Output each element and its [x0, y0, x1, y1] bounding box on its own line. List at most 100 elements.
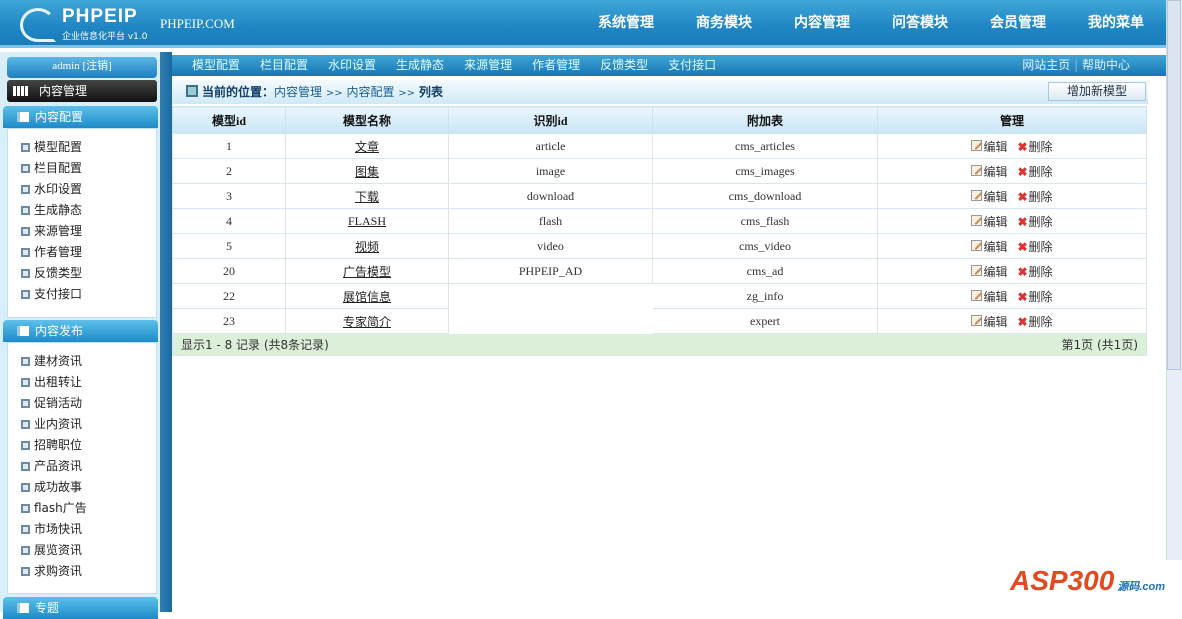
subnav-item[interactable]: 模型配置	[192, 58, 240, 72]
model-name-link[interactable]: 广告模型	[343, 265, 391, 279]
sidebar-item[interactable]: 支付接口	[8, 284, 156, 305]
sidebar-item[interactable]: 业内资讯	[8, 414, 156, 435]
subnav-item[interactable]: 反馈类型	[600, 58, 648, 72]
nav-business[interactable]: 商务模块	[696, 12, 752, 32]
sidebar-item[interactable]: 展览资讯	[8, 540, 156, 561]
model-name-cell: FLASH	[285, 208, 449, 234]
sidebar-item[interactable]: flash广告	[8, 498, 156, 519]
section-topics[interactable]: 专题	[3, 597, 158, 619]
edit-action[interactable]: 编辑	[971, 214, 1008, 229]
section-content-config[interactable]: 内容配置	[3, 106, 158, 128]
edit-action[interactable]: 编辑	[971, 239, 1007, 254]
edit-label: 编辑	[983, 214, 1008, 229]
edit-label: 编辑	[983, 189, 1008, 204]
edit-action[interactable]: 编辑	[971, 314, 1008, 329]
sidebar-item[interactable]: 促销活动	[8, 393, 156, 414]
nav-qa[interactable]: 问答模块	[892, 12, 948, 32]
column-header: 附加表	[652, 106, 878, 134]
sidebar-item[interactable]: 招聘职位	[8, 435, 156, 456]
delete-label: 删除	[1028, 189, 1053, 204]
subnav-item[interactable]: 水印设置	[328, 58, 376, 72]
model-name-link[interactable]: 下载	[355, 190, 379, 204]
model-name-link[interactable]: 专家简介	[343, 315, 391, 329]
delete-action[interactable]: ✖删除	[1007, 240, 1052, 254]
sidebar-item[interactable]: 求购资讯	[8, 561, 156, 582]
edit-label: 编辑	[983, 314, 1008, 329]
top-header: PHPEIP 企业信息化平台 v1.0 PHPEIP.COM 系统管理 商务模块 …	[0, 0, 1166, 48]
identifier: PHPEIP_AD	[448, 258, 653, 284]
model-name-link[interactable]: 文章	[355, 140, 379, 154]
sidebar-item[interactable]: 成功故事	[8, 477, 156, 498]
sidebar-item-label: 栏目配置	[34, 161, 83, 175]
edit-action[interactable]: 编辑	[971, 164, 1007, 179]
extra-table: cms_download	[652, 183, 878, 209]
edit-action[interactable]: 编辑	[971, 139, 1007, 154]
subnav-item[interactable]: 栏目配置	[260, 58, 308, 72]
user-logout[interactable]: admin [注销]	[7, 57, 157, 78]
identifier	[448, 308, 653, 334]
actions-cell: 编辑 ✖删除	[877, 208, 1147, 234]
sidebar-item[interactable]: 生成静态	[8, 200, 156, 221]
edit-action[interactable]: 编辑	[971, 264, 1007, 279]
sidebar-item[interactable]: 出租转让	[8, 372, 156, 393]
subnav-item[interactable]: 生成静态	[396, 58, 444, 72]
subnav-item[interactable]: 作者管理	[532, 58, 580, 72]
section-content-publish[interactable]: 内容发布	[3, 320, 158, 342]
main-content: 当前的位置：内容管理 >> 内容配置 >> 列表 增加新模型 模型id 模型名称识…	[172, 76, 1166, 612]
table-row: 5 视频 video cms_video 编辑 ✖删除	[172, 233, 1147, 259]
logo-icon	[20, 8, 56, 42]
delete-label: 删除	[1028, 164, 1053, 179]
delete-action[interactable]: ✖删除	[1007, 290, 1052, 304]
nav-content[interactable]: 内容管理	[794, 12, 850, 32]
delete-action[interactable]: ✖删除	[1007, 190, 1052, 204]
subnav-item[interactable]: 来源管理	[464, 58, 512, 72]
sidebar-item-label: 业内资讯	[34, 417, 83, 431]
delete-action[interactable]: ✖删除	[1007, 215, 1052, 229]
site-home-link[interactable]: 网站主页	[1022, 58, 1070, 72]
nav-member[interactable]: 会员管理	[990, 12, 1046, 32]
edit-label: 编辑	[983, 289, 1008, 304]
subnav-item[interactable]: 支付接口	[668, 58, 716, 72]
extra-table: cms_ad	[652, 258, 878, 284]
nav-my-menu[interactable]: 我的菜单	[1088, 12, 1144, 32]
delete-icon: ✖	[1017, 189, 1028, 204]
logo-title: PHPEIP	[62, 6, 138, 27]
breadcrumb-item[interactable]: 内容配置	[346, 85, 394, 99]
table-row: 22 展馆信息 zg_info 编辑 ✖删除	[172, 283, 1147, 309]
page-icon	[21, 504, 30, 513]
extra-table: cms_articles	[652, 133, 878, 159]
sidebar-item[interactable]: 市场快讯	[8, 519, 156, 540]
sidebar-item[interactable]: 水印设置	[8, 179, 156, 200]
delete-action[interactable]: ✖删除	[1007, 315, 1052, 329]
page-icon	[21, 462, 30, 471]
edit-action[interactable]: 编辑	[971, 289, 1008, 304]
section-title: 内容发布	[35, 324, 84, 338]
add-model-button[interactable]: 增加新模型	[1048, 82, 1146, 101]
sidebar-toggle[interactable]	[160, 52, 172, 612]
square-icon	[186, 85, 198, 97]
breadcrumb-label: 当前的位置：	[202, 85, 275, 99]
delete-action[interactable]: ✖删除	[1007, 265, 1052, 279]
sidebar-item[interactable]: 反馈类型	[8, 263, 156, 284]
help-center-link[interactable]: 帮助中心	[1082, 58, 1130, 72]
model-name-link[interactable]: 图集	[355, 165, 379, 179]
sidebar-item[interactable]: 产品资讯	[8, 456, 156, 477]
sidebar-item[interactable]: 模型配置	[8, 137, 156, 158]
delete-action[interactable]: ✖删除	[1007, 140, 1052, 154]
edit-action[interactable]: 编辑	[971, 189, 1008, 204]
model-name-link[interactable]: FLASH	[348, 214, 386, 228]
sidebar-item[interactable]: 作者管理	[8, 242, 156, 263]
site-url[interactable]: PHPEIP.COM	[160, 16, 235, 32]
sidebar-item[interactable]: 栏目配置	[8, 158, 156, 179]
sidebar-item[interactable]: 建材资讯	[8, 351, 156, 372]
model-name-link[interactable]: 展馆信息	[343, 290, 391, 304]
book-icon	[17, 112, 29, 122]
identifier: article	[448, 133, 653, 159]
scrollbar-thumb[interactable]	[1167, 0, 1181, 370]
delete-label: 删除	[1028, 214, 1053, 229]
delete-action[interactable]: ✖删除	[1007, 165, 1052, 179]
model-name-link[interactable]: 视频	[355, 240, 379, 254]
breadcrumb-item[interactable]: 内容管理	[274, 85, 322, 99]
nav-system[interactable]: 系统管理	[598, 12, 654, 32]
sidebar-item[interactable]: 来源管理	[8, 221, 156, 242]
